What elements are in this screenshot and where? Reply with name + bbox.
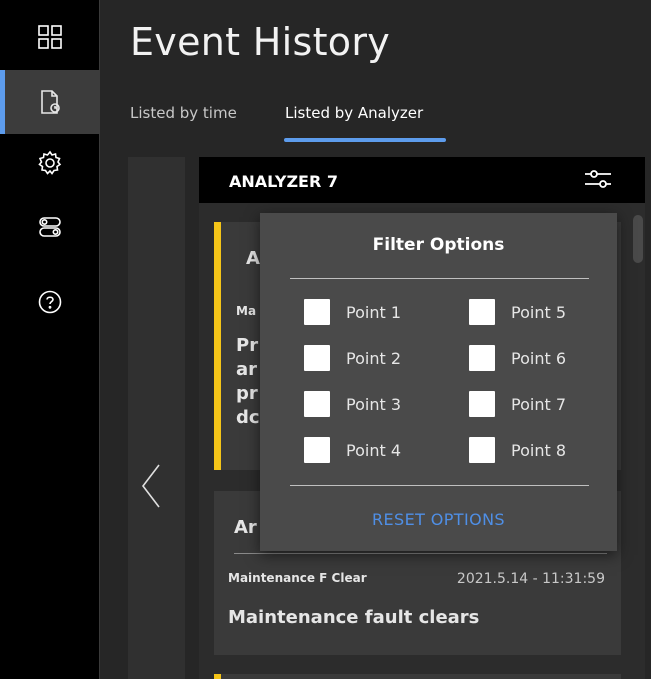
dashboard-grid-icon [38, 25, 62, 49]
severity-stripe [214, 674, 221, 679]
filter-sliders-icon [585, 170, 611, 188]
filter-button[interactable] [583, 166, 613, 192]
checkbox[interactable] [304, 299, 330, 325]
checkbox[interactable] [469, 299, 495, 325]
toggle-switches-icon [39, 217, 61, 237]
event-description-line: ar [236, 359, 258, 380]
severity-stripe [214, 222, 221, 470]
filter-option-point-6[interactable]: Point 6 [469, 345, 566, 371]
event-description: Pr ar pr dc [236, 334, 260, 430]
analyzer-header: ANALYZER 7 [199, 157, 645, 203]
chevron-left-icon [141, 464, 160, 508]
help-question-icon [38, 290, 62, 314]
option-label: Point 5 [511, 302, 566, 322]
option-label: Point 2 [346, 348, 401, 368]
checkbox[interactable] [304, 345, 330, 371]
nav-dashboard[interactable] [0, 5, 100, 69]
checkbox[interactable] [469, 345, 495, 371]
page-title: Event History [130, 20, 391, 64]
filter-option-point-7[interactable]: Point 7 [469, 391, 566, 417]
option-label: Point 4 [346, 440, 401, 460]
filter-option-point-8[interactable]: Point 8 [469, 437, 566, 463]
filter-option-point-2[interactable]: Point 2 [304, 345, 401, 371]
filter-option-point-4[interactable]: Point 4 [304, 437, 401, 463]
event-code: Maintenance F Clear [228, 571, 367, 585]
checkbox[interactable] [304, 391, 330, 417]
event-description-line: Pr [236, 335, 259, 356]
event-description-line: pr [236, 383, 258, 404]
checkbox[interactable] [469, 437, 495, 463]
popup-title: Filter Options [372, 235, 505, 255]
previous-analyzer-button[interactable] [140, 462, 162, 510]
sidebar [0, 0, 100, 679]
scrollbar[interactable] [633, 215, 643, 263]
option-label: Point 6 [511, 348, 566, 368]
previous-analyzer-panel [128, 157, 185, 679]
checkbox[interactable] [304, 437, 330, 463]
filter-option-point-1[interactable]: Point 1 [304, 299, 401, 325]
event-code: Ma [236, 304, 257, 318]
filter-options-popup: Filter Options Point 1 Point 2 Point 3 P… [260, 213, 617, 551]
analyzer-title: ANALYZER 7 [229, 172, 338, 191]
reset-options-button[interactable]: RESET OPTIONS [260, 510, 617, 529]
event-title: A [246, 248, 260, 269]
checkbox[interactable] [469, 391, 495, 417]
active-tab-indicator [284, 138, 446, 142]
popup-divider [290, 485, 589, 486]
popup-divider [290, 278, 589, 279]
option-label: Point 1 [346, 302, 401, 322]
nav-help[interactable] [0, 270, 100, 334]
card-divider [234, 553, 607, 554]
event-title: Ar [234, 517, 257, 538]
settings-gear-icon [38, 150, 62, 175]
event-description: Maintenance fault clears [228, 607, 480, 628]
tab-listed-by-time[interactable]: Listed by time [130, 104, 237, 122]
option-label: Point 3 [346, 394, 401, 414]
filter-option-point-3[interactable]: Point 3 [304, 391, 401, 417]
option-label: Point 7 [511, 394, 566, 414]
nav-event-history[interactable] [0, 70, 100, 134]
nav-toggles[interactable] [0, 195, 100, 259]
event-card[interactable] [214, 674, 621, 679]
option-label: Point 8 [511, 440, 566, 460]
event-description-line: dc [236, 407, 260, 428]
tab-listed-by-analyzer[interactable]: Listed by Analyzer [285, 104, 423, 122]
event-history-document-icon [41, 90, 60, 114]
event-timestamp: 2021.5.14 - 11:31:59 [456, 571, 605, 587]
nav-settings[interactable] [0, 131, 100, 195]
filter-option-point-5[interactable]: Point 5 [469, 299, 566, 325]
